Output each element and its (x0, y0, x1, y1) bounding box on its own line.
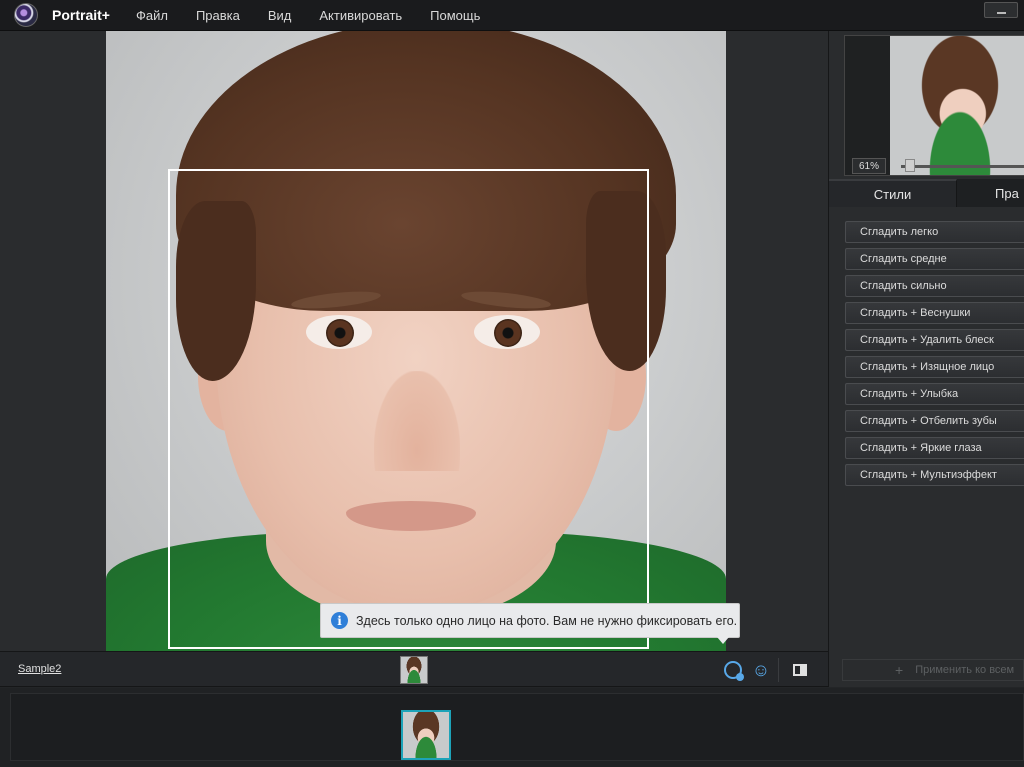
zoom-slider-thumb[interactable] (905, 159, 915, 172)
current-face-thumbnail[interactable] (400, 656, 428, 684)
style-smooth-freckles-button[interactable]: Сгладить + Веснушки (845, 302, 1024, 324)
style-smooth-whiten-teeth-button[interactable]: Сгладить + Отбелить зубы (845, 410, 1024, 432)
menu-activate[interactable]: Активировать (319, 8, 402, 23)
styles-list: Сгладить легко Сгладить средне Сгладить … (845, 221, 1024, 491)
apply-to-all-button[interactable]: + Применить ко всем (842, 659, 1024, 681)
toolbar-separator (778, 658, 779, 682)
photo-canvas[interactable] (106, 31, 726, 651)
single-face-tooltip: i Здесь только одно лицо на фото. Вам не… (320, 603, 740, 644)
filmstrip-thumbnail-selected[interactable] (401, 710, 451, 760)
smile-icon[interactable]: ☺ (749, 658, 773, 682)
menu-edit[interactable]: Правка (196, 8, 240, 23)
minimize-button[interactable] (984, 2, 1018, 18)
file-name-link[interactable]: Sample2 (18, 663, 61, 675)
tab-styles[interactable]: Стили (829, 179, 957, 207)
zoom-slider-track[interactable] (901, 165, 1024, 168)
face-detection-rectangle[interactable] (168, 169, 649, 649)
menu-view[interactable]: Вид (268, 8, 292, 23)
zoom-level: 61% (852, 158, 886, 174)
app-logo-icon (14, 3, 38, 27)
menu-file[interactable]: Файл (136, 8, 168, 23)
panel-tabs: Стили Пра (829, 179, 1024, 207)
style-smooth-bright-eyes-button[interactable]: Сгладить + Яркие глаза (845, 437, 1024, 459)
compare-view-icon[interactable] (788, 658, 812, 682)
filmstrip-track (10, 693, 1024, 761)
style-smooth-multi-effect-button[interactable]: Сгладить + Мультиэффект (845, 464, 1024, 486)
filmstrip (0, 688, 1024, 767)
right-panel: 61% Стили Пра Сгладить легко Сгладить ср… (828, 31, 1024, 687)
style-smooth-light-button[interactable]: Сгладить легко (845, 221, 1024, 243)
style-smooth-strong-button[interactable]: Сгладить сильно (845, 275, 1024, 297)
face-detect-icon[interactable] (721, 658, 745, 682)
canvas-left-gutter (0, 31, 106, 651)
menu-help[interactable]: Помощь (430, 8, 480, 23)
app-title: Portrait+ (52, 7, 110, 23)
apply-to-all-label: Применить ко всем (915, 664, 1015, 676)
preview-image (890, 36, 1024, 175)
style-smooth-slim-face-button[interactable]: Сгладить + Изящное лицо (845, 356, 1024, 378)
canvas-right-gutter (726, 31, 828, 651)
tab-edit[interactable]: Пра (957, 179, 1024, 207)
plus-icon: + (895, 662, 904, 678)
style-smooth-smile-button[interactable]: Сгладить + Улыбка (845, 383, 1024, 405)
navigator-preview[interactable]: 61% (844, 35, 1024, 176)
style-smooth-medium-button[interactable]: Сгладить средне (845, 248, 1024, 270)
menu-bar: Portrait+ Файл Правка Вид Активировать П… (0, 0, 1024, 31)
tooltip-text: Здесь только одно лицо на фото. Вам не н… (356, 613, 738, 628)
style-smooth-remove-shine-button[interactable]: Сгладить + Удалить блеск (845, 329, 1024, 351)
info-icon: i (331, 612, 348, 629)
portrait-plus-window: Portrait+ Файл Правка Вид Активировать П… (0, 0, 1024, 767)
bottom-toolbar: Sample2 ☺ (0, 651, 828, 687)
